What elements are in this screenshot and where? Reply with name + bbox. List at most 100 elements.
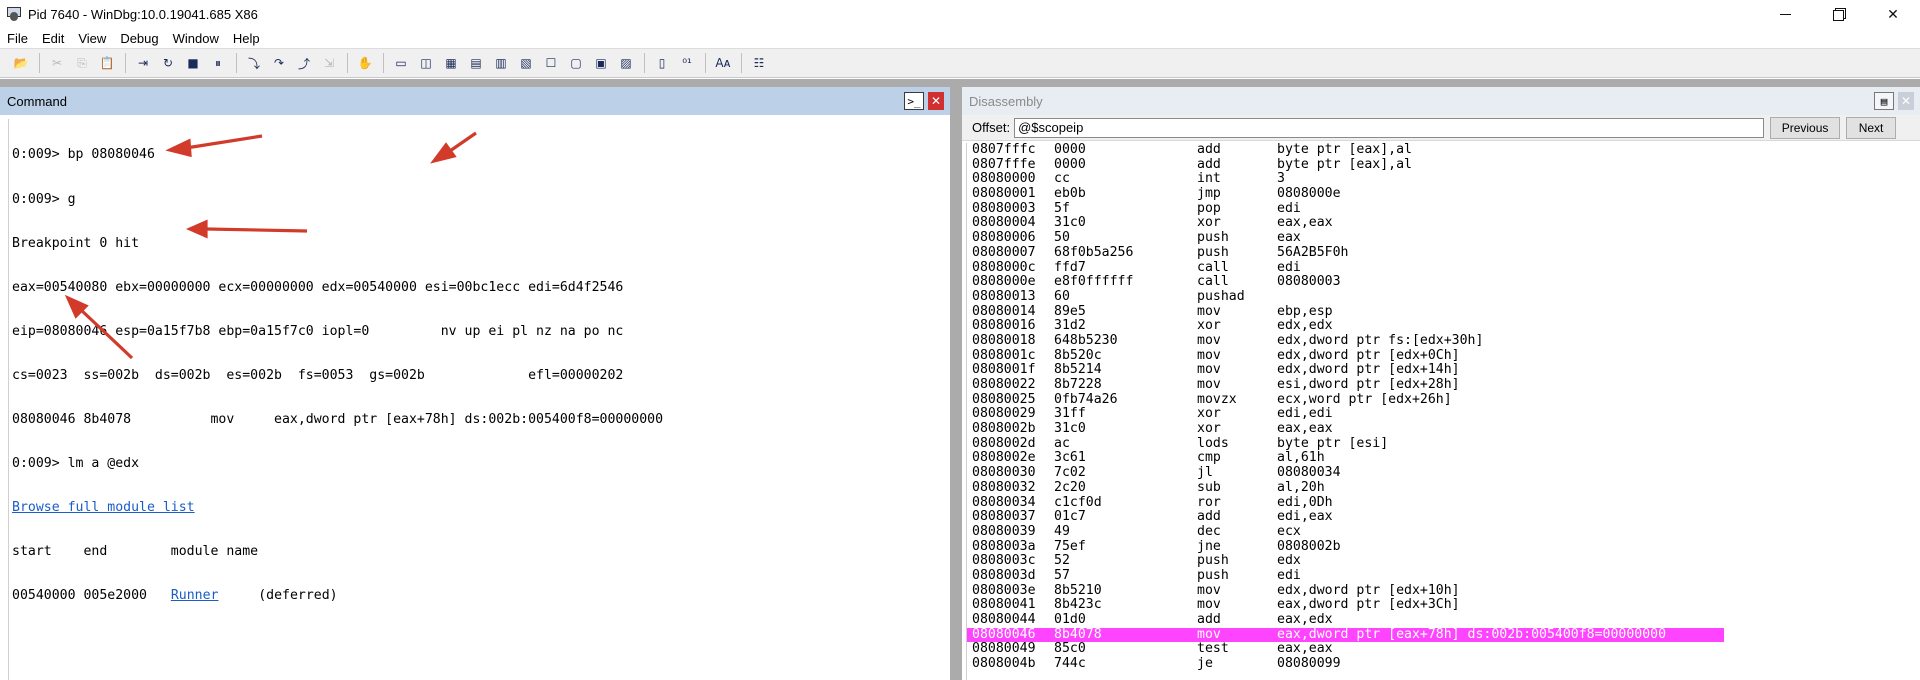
minimize-button[interactable] [1758,0,1812,28]
instruction-address: 08080016 [972,318,1036,334]
disassembly-row[interactable]: 0808000c ffd7 call edi [967,260,1920,276]
command-browser-icon[interactable]: ▨ [615,52,637,74]
run-to-cursor-icon[interactable]: ⇲ [318,52,340,74]
font-icon[interactable]: Aᴀ [712,52,734,74]
command-window-icon[interactable]: ▭ [390,52,412,74]
disassembly-row[interactable]: 08080018 648b5230 mov edx,dword ptr fs:[edx… [967,333,1920,349]
restart-icon[interactable]: ↻ [157,52,179,74]
instruction-address: 0808000e [972,274,1036,290]
disassembly-window-icon[interactable]: ☐ [540,52,562,74]
menu-file[interactable]: File [0,31,35,46]
disassembly-row[interactable]: 08080029 31ff xor edi,edi [967,407,1920,422]
instruction-operands: eax,dword ptr [eax+78h] ds:002b:005400f8… [1277,626,1667,642]
registers-window-icon[interactable]: ▤ [465,52,487,74]
disassembly-row[interactable]: 08080006 50 push eax [967,230,1920,246]
next-button[interactable]: Next [1846,116,1897,139]
instruction-mnemonic: jl [1197,465,1213,481]
disassembly-row[interactable]: 08080041 8b423c mov eax,dword ptr [edx+3Ch] [967,598,1920,613]
disassembly-row[interactable]: 08080000 cc int 3 [967,172,1920,187]
stop-debugging-icon[interactable]: ■ [182,52,204,74]
watch-window-icon[interactable]: ◫ [415,52,437,74]
instruction-bytes: 8b5214 [1054,362,1102,378]
restore-button[interactable] [1812,0,1866,28]
disassembly-row[interactable]: 0808004b 744c je 08080099 [967,656,1920,672]
command-output[interactable]: 0:009> bp 08080046 0:009> g Breakpoint 0… [8,119,944,680]
disassembly-row[interactable]: 0808000e e8f0ffffff call 08080003 [967,274,1920,290]
previous-button[interactable]: Previous [1770,116,1841,139]
disassembly-row[interactable]: 08080030 7c02 jl 08080034 [967,465,1920,481]
instruction-mnemonic: push [1197,567,1229,583]
disassembly-row[interactable]: 08080037 01c7 add edi,eax [967,509,1920,525]
current-instruction-row[interactable]: 08080046 8b4078 mov eax,dword ptr [eax+78h]… [967,626,1920,643]
disassembly-row[interactable]: 08080022 8b7228 mov esi,dword ptr [edx+28h] [967,377,1920,393]
toolbar-separator [383,53,384,73]
instruction-address: 0808002b [972,421,1036,437]
open-icon[interactable]: 📂 [10,52,32,74]
hand-icon[interactable]: ✋ [354,52,376,74]
module-name-link[interactable]: Runner [171,588,219,603]
disassembly-row[interactable]: 0808003c 52 push edx [967,554,1920,569]
cut-icon[interactable]: ✂ [46,52,68,74]
disassembly-window-icon[interactable]: ▤ [1874,92,1894,110]
disassembly-row[interactable]: 08080032 2c20 sub al,20h [967,480,1920,496]
go-icon[interactable]: ⇥ [132,52,154,74]
locals-window-icon[interactable]: ▦ [440,52,462,74]
disassembly-row[interactable]: 0808001f 8b5214 mov edx,dword ptr [edx+14h] [967,363,1920,378]
command-pane-close-button[interactable]: ✕ [928,92,944,110]
step-over-icon[interactable]: ↷ [268,52,290,74]
disassembly-row[interactable]: 08080025 0fb74a26 movzx ecx,word ptr [edx+2… [967,392,1920,408]
disassembly-row[interactable]: 08080004 31c0 xor eax,eax [967,216,1920,231]
hex-mode-icon[interactable]: ⁰¹ [676,52,698,74]
disassembly-row[interactable]: 0808003e 8b5210 mov edx,dword ptr [edx+10h] [967,583,1920,599]
browse-module-list-link[interactable]: Browse full module list [12,500,195,515]
module-start: 00540000 [12,588,76,604]
disassembly-row[interactable]: 0808001c 8b520c mov edx,dword ptr [edx+0Ch] [967,348,1920,364]
toolbar-separator [125,53,126,73]
call-stack-window-icon[interactable]: ▧ [515,52,537,74]
paste-icon[interactable]: 📋 [96,52,118,74]
disassembly-row[interactable]: 08080049 85c0 test eax,eax [967,642,1920,657]
disassembly-row[interactable]: 08080003 5f pop edi [967,201,1920,217]
disassembly-row[interactable]: 08080034 c1cf0d ror edi,0Dh [967,495,1920,511]
memory-window-icon[interactable]: ▥ [490,52,512,74]
command-prompt-icon[interactable]: >_ [904,92,924,110]
instruction-operands: edi,eax [1277,509,1333,525]
disassembly-row[interactable]: 08080013 60 pushad [967,289,1920,305]
disassembly-row[interactable]: 08080014 89e5 mov ebp,esp [967,304,1920,320]
windbg-app-icon[interactable] [6,6,22,22]
disassembly-row[interactable]: 08080016 31d2 xor edx,edx [967,319,1920,334]
step-into-icon[interactable]: ⤵ [243,52,265,74]
scratch-pad-icon[interactable]: ▢ [565,52,587,74]
disassembly-row[interactable]: 0808002e 3c61 cmp al,61h [967,451,1920,466]
command-line: 0:009> lm a @edx [12,456,140,472]
module-end: 005e2000 [83,588,148,604]
disassembly-row[interactable]: 0807fffc 0000 add byte ptr [eax],al [967,143,1920,158]
disassembly-row[interactable]: 08080044 01d0 add eax,edx [967,612,1920,628]
close-button[interactable]: ✕ [1866,0,1920,28]
disassembly-row[interactable]: 0808003d 57 push edi [967,567,1920,584]
menu-view[interactable]: View [71,31,113,46]
disassembly-row[interactable]: 0808002d ac lods byte ptr [esi] [967,436,1920,452]
menu-debug[interactable]: Debug [113,31,165,46]
offset-input[interactable]: @$scopeip [1014,117,1765,138]
disassembly-row[interactable]: 08080007 68f0b5a256 push 56A2B5F0h [967,245,1920,261]
disassembly-row[interactable]: 08080001 eb0b jmp 0808000e [967,186,1920,202]
disassembly-row[interactable]: 0807fffe 0000 add byte ptr [eax],al [967,157,1920,173]
source-mode-icon[interactable]: ▯ [651,52,673,74]
copy-icon[interactable]: ⎘ [71,52,93,74]
disassembly-row[interactable]: 0808003a 75ef jne 0808002b [967,539,1920,555]
offset-bar: Offset: @$scopeip Previous Next [962,115,1920,141]
disassembly-pane-close-button[interactable]: ✕ [1898,92,1914,110]
disassembly-listing[interactable]: 0807fffc 0000 add byte ptr [eax],al 0807fffe… [966,143,1920,680]
menu-help[interactable]: Help [226,31,267,46]
menu-window[interactable]: Window [166,31,226,46]
disassembly-row[interactable]: 0808002b 31c0 xor eax,eax [967,421,1920,437]
processes-threads-icon[interactable]: ▣ [590,52,612,74]
menu-edit[interactable]: Edit [35,31,71,46]
command-line: 0:009> g [12,191,76,207]
options-icon[interactable]: ☷ [748,52,770,74]
instruction-bytes: 31d2 [1054,318,1086,334]
break-icon[interactable]: ⏸ [207,52,229,74]
step-out-icon[interactable]: ⤴ [293,52,315,74]
disassembly-row[interactable]: 08080039 49 dec ecx [967,524,1920,540]
